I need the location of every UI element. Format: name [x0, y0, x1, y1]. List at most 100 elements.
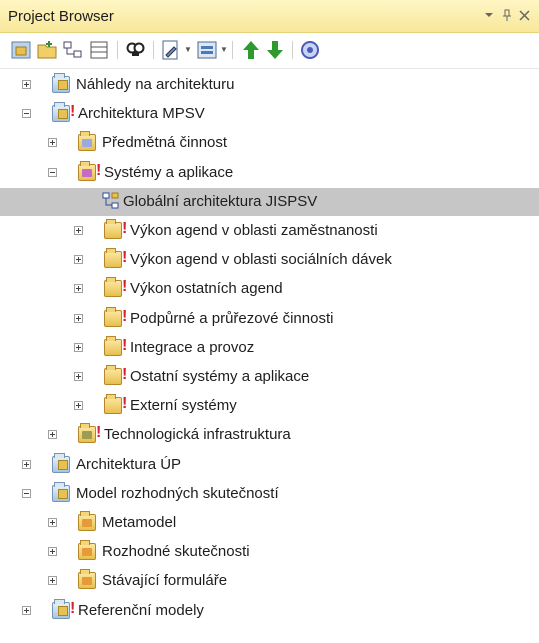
package-icon: [104, 277, 122, 298]
view-package-pink-icon: [78, 160, 96, 181]
new-model-icon[interactable]: [10, 39, 32, 61]
view-package-orange-icon: [78, 511, 96, 531]
tree-item-label: Metamodel: [102, 514, 177, 531]
collapse-icon[interactable]: [22, 488, 31, 498]
tree-item[interactable]: Globální architektura JISPSV: [0, 187, 539, 216]
tree-item[interactable]: Stávající formuláře: [0, 567, 539, 595]
move-down-icon[interactable]: [264, 39, 286, 61]
warning-flag-icon: !: [70, 103, 76, 121]
move-up-icon[interactable]: [240, 39, 262, 61]
new-diagram-icon[interactable]: [62, 39, 84, 61]
tree-item[interactable]: ! Ostatní systémy a aplikace: [0, 363, 539, 391]
view-package-olive-icon: [78, 423, 96, 444]
tree-item-label: Architektura MPSV: [78, 105, 205, 123]
tree-item-label: Náhledy na architekturu: [76, 76, 235, 93]
package-icon: [104, 248, 122, 269]
expand-icon[interactable]: [74, 226, 83, 235]
expand-icon[interactable]: [74, 401, 83, 411]
warning-flag-icon: !: [122, 307, 128, 325]
expand-icon[interactable]: [48, 547, 57, 557]
project-browser-title-bar: Project Browser: [0, 0, 539, 33]
view-marker-icon: [82, 139, 92, 148]
warning-flag-icon: !: [122, 278, 128, 296]
panel-title: Project Browser: [8, 8, 114, 25]
tree-item[interactable]: ! Architektura MPSV: [0, 100, 539, 128]
view-icon[interactable]: [196, 39, 218, 61]
chevron-down-icon[interactable]: [484, 8, 494, 26]
find-icon[interactable]: [124, 39, 146, 61]
tree-item[interactable]: Architektura ÚP: [0, 451, 539, 479]
expand-icon[interactable]: [74, 313, 83, 323]
tree-item[interactable]: ! Externí systémy: [0, 392, 539, 420]
toolbar-separator: [117, 41, 118, 59]
tree-item[interactable]: ! Technologická infrastruktura: [0, 421, 539, 449]
diagram-icon: [102, 192, 119, 209]
tree-item-label: Globální architektura JISPSV: [123, 192, 318, 210]
model-package-icon: [52, 73, 70, 93]
tree-item[interactable]: ! Výkon agend v oblasti zaměstnanosti: [0, 217, 539, 245]
expand-icon[interactable]: [48, 576, 57, 586]
tree-item-label: Model rozhodných skutečností: [76, 484, 279, 502]
tree-item-label: Rozhodné skutečnosti: [102, 543, 250, 561]
package-icon: [104, 394, 122, 415]
new-package-icon[interactable]: [36, 39, 58, 61]
collapse-icon[interactable]: [22, 109, 31, 119]
package-icon: [104, 335, 122, 356]
package-icon: [104, 365, 122, 385]
view-marker-icon: [82, 519, 92, 527]
tree-item[interactable]: Metamodel: [0, 509, 539, 537]
tree-item[interactable]: Náhledy na architekturu: [0, 71, 539, 99]
expand-icon[interactable]: [22, 459, 31, 469]
warning-flag-icon: !: [70, 599, 76, 617]
tree-item-label: Integrace a provoz: [130, 338, 255, 356]
tree-item-label: Výkon ostatních agend: [130, 280, 283, 298]
toolbar-separator: [153, 41, 154, 59]
tree-item-label: Podpůrné a průřezové činnosti: [130, 309, 334, 327]
expand-icon[interactable]: [48, 518, 57, 527]
expand-icon[interactable]: [22, 605, 31, 615]
expand-icon[interactable]: [48, 430, 57, 440]
toolbar-separator: [232, 41, 233, 59]
close-icon[interactable]: [519, 8, 530, 26]
view-package-orange-icon: [78, 569, 96, 590]
tree-item[interactable]: Model rozhodných skutečností: [0, 480, 539, 508]
properties-icon[interactable]: [299, 39, 321, 61]
expand-icon[interactable]: [74, 342, 83, 352]
tree-item-label: Externí systémy: [130, 397, 237, 415]
model-package-icon: [52, 102, 70, 123]
chevron-down-icon[interactable]: ▼: [220, 45, 228, 54]
collapse-icon[interactable]: [48, 167, 57, 177]
warning-flag-icon: !: [96, 424, 102, 442]
tree-item-label: Technologická infrastruktura: [104, 426, 291, 444]
toolbar-separator: [292, 41, 293, 59]
tree-item[interactable]: ! Výkon agend v oblasti sociálních dávek: [0, 246, 539, 274]
tree-item[interactable]: ! Integrace a provoz: [0, 334, 539, 362]
project-tree: Náhledy na architekturu! Architektura MPS…: [0, 70, 539, 643]
tree-item[interactable]: ! Referenční modely: [0, 597, 539, 625]
documentation-icon[interactable]: [160, 39, 182, 61]
tree-item-label: Systémy a aplikace: [104, 163, 234, 181]
view-package-blue-icon: [78, 131, 96, 152]
chevron-down-icon[interactable]: ▼: [184, 45, 192, 54]
tree-item-label: Výkon agend v oblasti zaměstnanosti: [130, 222, 378, 239]
expand-icon[interactable]: [22, 80, 31, 89]
tree-item-label: Výkon agend v oblasti sociálních dávek: [130, 251, 392, 269]
warning-flag-icon: !: [122, 366, 128, 383]
expand-icon[interactable]: [74, 255, 83, 265]
tree-item[interactable]: ! Podpůrné a průřezové činnosti: [0, 305, 539, 333]
tree-item-label: Referenční modely: [78, 601, 204, 619]
expand-icon[interactable]: [48, 138, 57, 148]
view-marker-icon: [82, 548, 92, 557]
tree-item[interactable]: ! Systémy a aplikace: [0, 159, 539, 187]
tree-item[interactable]: Předmětná činnost: [0, 129, 539, 157]
new-element-icon[interactable]: [88, 39, 110, 61]
tree-item[interactable]: ! Výkon ostatních agend: [0, 275, 539, 303]
warning-flag-icon: !: [96, 161, 102, 179]
expand-icon[interactable]: [74, 284, 83, 294]
tree-item-label: Ostatní systémy a aplikace: [130, 368, 310, 385]
expand-icon[interactable]: [74, 372, 83, 381]
warning-flag-icon: !: [122, 395, 128, 413]
warning-flag-icon: !: [122, 249, 128, 267]
pin-icon[interactable]: [502, 8, 512, 26]
tree-item[interactable]: Rozhodné skutečnosti: [0, 538, 539, 566]
